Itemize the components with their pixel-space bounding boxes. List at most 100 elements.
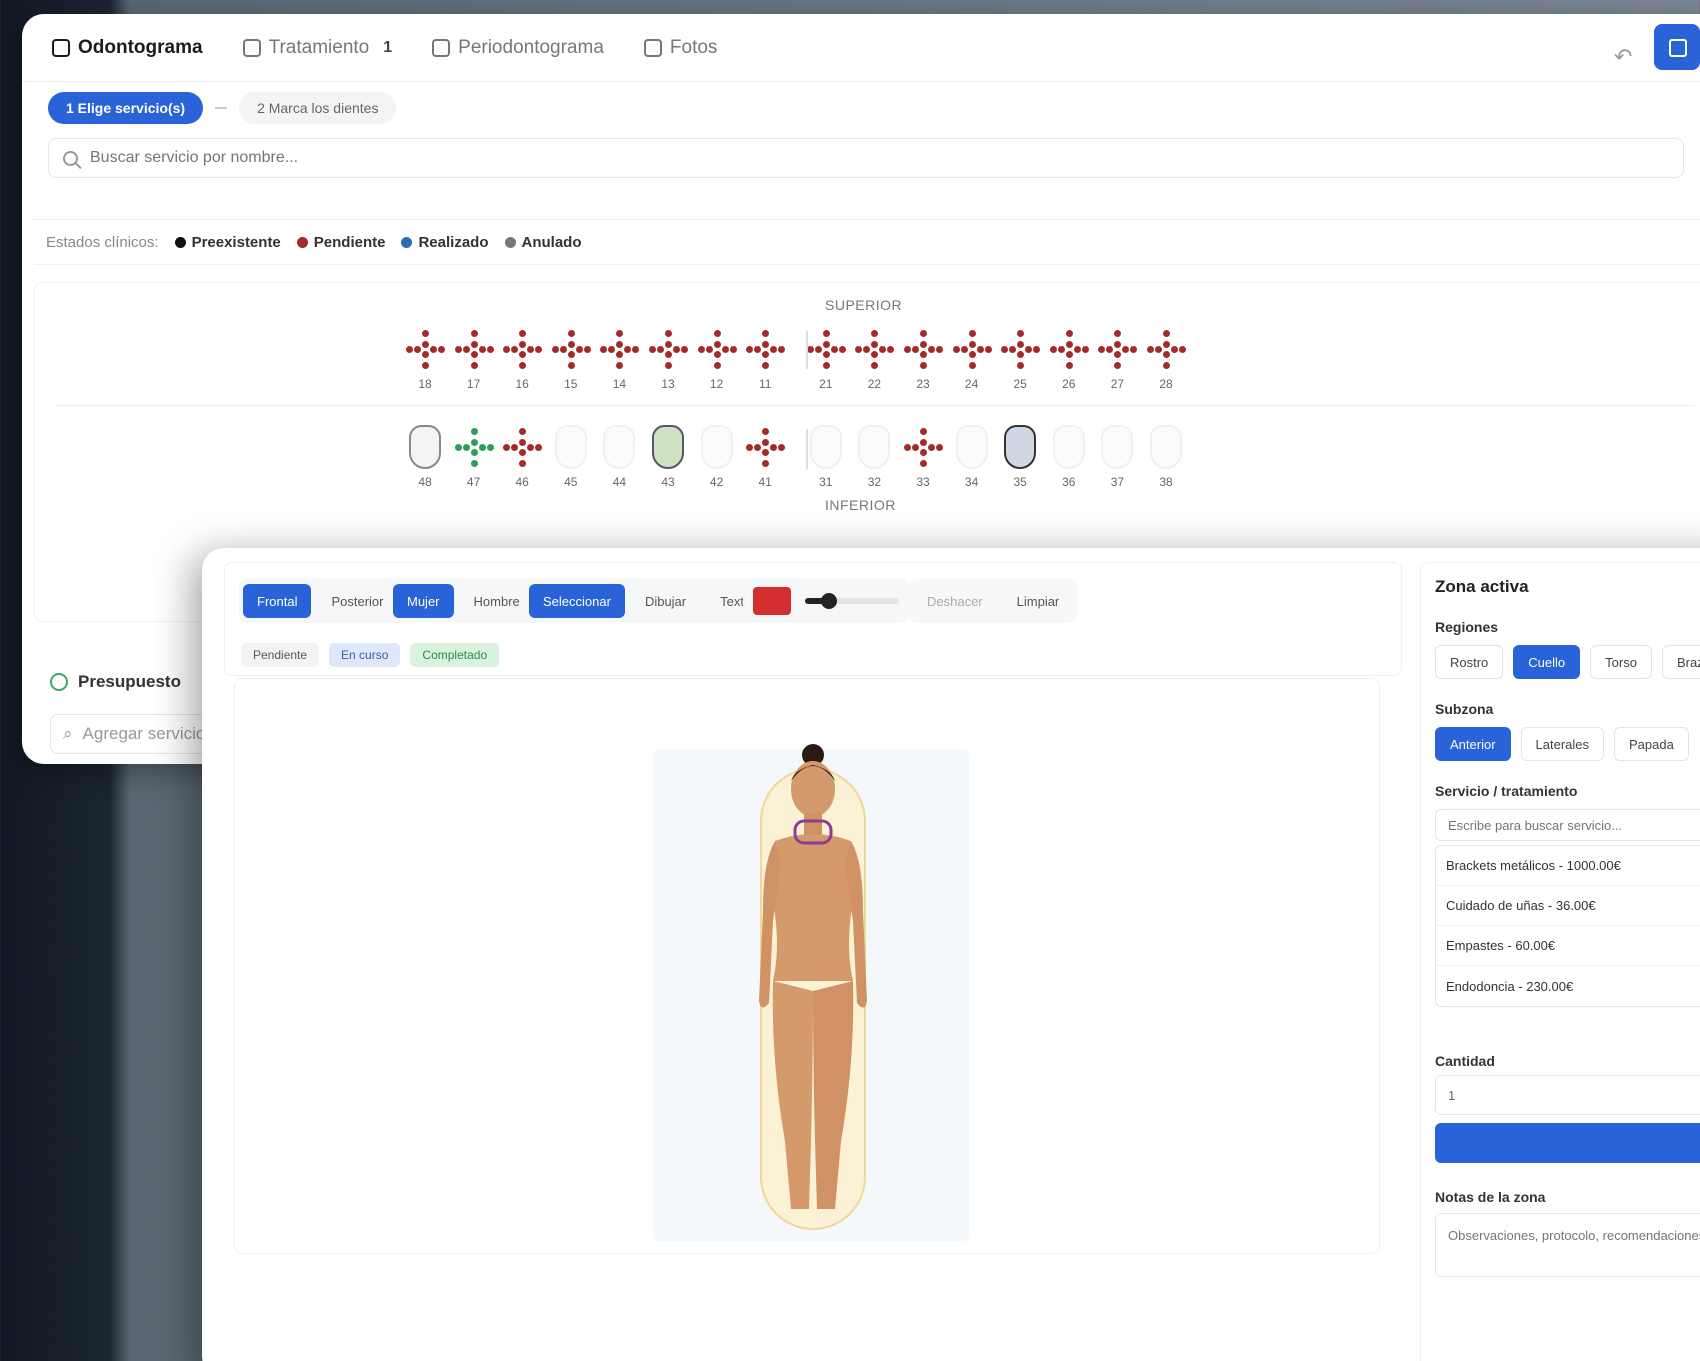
realized-marker	[470, 439, 478, 446]
pending-marker	[754, 444, 762, 451]
pending-marker	[519, 460, 527, 467]
neck	[804, 813, 822, 835]
hombre-button[interactable]: Hombre	[460, 584, 534, 618]
pending-marker	[470, 341, 478, 348]
pending-marker	[887, 346, 895, 353]
body-canvas[interactable]	[234, 678, 1380, 1254]
step-mark-teeth[interactable]: 2 Marca los dientes	[239, 92, 397, 124]
realized-marker	[470, 428, 478, 435]
lower-arch-label: INFERIOR	[825, 497, 896, 513]
list-item[interactable]: Cuidado de uñas - 36.00€	[1436, 886, 1700, 926]
brush-settings	[743, 579, 909, 623]
brush-size-slider[interactable]	[805, 593, 899, 609]
tooth-number: 41	[758, 475, 772, 489]
tooth-number: 13	[661, 377, 675, 391]
draw-tool-button[interactable]: Dibujar	[631, 584, 700, 618]
clear-button[interactable]: Limpiar	[1003, 584, 1074, 618]
region-cuello[interactable]: Cuello	[1513, 645, 1581, 679]
list-item[interactable]: Empastes - 60.00€	[1436, 926, 1700, 966]
step-separator	[215, 107, 228, 109]
subzone-laterales[interactable]: Laterales	[1520, 727, 1605, 761]
tooth-number: 14	[612, 377, 627, 391]
pending-marker	[1017, 330, 1025, 337]
legend-realizado: Realizado	[401, 234, 489, 251]
chip-en-curso[interactable]: En curso	[329, 643, 401, 667]
posterior-button[interactable]: Posterior	[317, 584, 397, 618]
pending-marker	[616, 341, 624, 348]
pending-marker	[822, 362, 830, 369]
pending-marker	[1025, 346, 1033, 353]
add-service-button[interactable]	[1435, 1123, 1700, 1163]
list-item[interactable]: Endodoncia - 230.00€	[1436, 966, 1700, 1006]
subzone-papada[interactable]: Papada	[1614, 727, 1689, 761]
pending-marker	[984, 346, 992, 353]
pending-marker	[1001, 346, 1009, 353]
pending-marker	[863, 346, 871, 353]
quantity-input[interactable]	[1435, 1075, 1700, 1115]
pending-marker	[871, 362, 879, 369]
pending-marker	[904, 444, 911, 451]
undo-icon[interactable]: ↶	[1614, 44, 1632, 70]
tooth-number: 35	[1013, 475, 1027, 489]
pending-marker	[968, 351, 976, 358]
service-title: Servicio / tratamiento	[1435, 783, 1578, 799]
pending-marker	[936, 444, 943, 451]
pending-marker	[1065, 341, 1073, 348]
save-button[interactable]	[1654, 24, 1700, 70]
list-item[interactable]: Brackets metálicos - 1000.00€	[1436, 846, 1700, 886]
mujer-button[interactable]: Mujer	[393, 584, 454, 618]
tab-label: Fotos	[669, 36, 718, 58]
pending-marker	[912, 346, 919, 353]
realized-marker	[470, 449, 478, 456]
tab-odontograma[interactable]: Odontograma	[32, 14, 223, 82]
realized-marker	[486, 444, 494, 451]
select-tool-button[interactable]: Seleccionar	[529, 584, 625, 618]
pending-marker	[871, 341, 879, 348]
budget-title: Presupuesto	[78, 672, 181, 691]
chip-completado[interactable]: Completado	[410, 643, 500, 667]
service-input[interactable]	[1435, 809, 1700, 841]
color-swatch[interactable]	[753, 587, 791, 615]
undo-button[interactable]: Deshacer	[913, 584, 997, 618]
tab-fotos[interactable]: Fotos	[624, 14, 738, 82]
pending-marker	[470, 351, 478, 358]
pending-marker	[713, 330, 721, 337]
region-brazos[interactable]: Brazos	[1661, 645, 1700, 679]
body-figure[interactable]	[713, 741, 913, 1241]
pending-marker	[920, 428, 927, 435]
tooth-number: 47	[466, 475, 481, 489]
pending-marker	[1106, 346, 1114, 353]
subzone-anterior[interactable]: Anterior	[1435, 727, 1511, 761]
gray-dot-icon	[504, 236, 516, 248]
step-choose-service[interactable]: 1 Elige servicio(s)	[48, 92, 204, 124]
regions-options: Rostro Cuello Torso Brazos	[1435, 645, 1700, 679]
pending-marker	[778, 346, 786, 353]
tab-periodontograma[interactable]: Periodontograma	[412, 14, 624, 82]
region-rostro[interactable]: Rostro	[1435, 645, 1504, 679]
notes-textarea[interactable]	[1435, 1213, 1700, 1277]
slider-knob[interactable]	[820, 593, 837, 609]
pending-marker	[567, 341, 575, 348]
frontal-button[interactable]: Frontal	[243, 584, 312, 618]
tab-tratamiento[interactable]: Tratamiento 1	[223, 14, 413, 82]
tooth-outline	[1052, 425, 1085, 469]
tab-label: Odontograma	[78, 36, 203, 58]
tooth-number: 31	[819, 475, 833, 489]
chip-pendiente[interactable]: Pendiente	[241, 643, 320, 667]
pending-marker	[1073, 346, 1081, 353]
service-search-input[interactable]	[90, 149, 1490, 167]
tooth-outline	[858, 425, 891, 469]
pending-marker	[511, 346, 519, 353]
pending-marker	[1163, 351, 1170, 358]
budget-search-placeholder: Agregar servicio	[82, 724, 206, 743]
pending-marker	[762, 341, 770, 348]
pending-marker	[778, 444, 786, 451]
service-search	[48, 138, 1684, 178]
pending-marker	[762, 439, 770, 446]
tooth-number: 26	[1062, 377, 1076, 391]
realized-marker	[470, 460, 478, 467]
region-torso[interactable]: Torso	[1590, 645, 1652, 679]
tab-label: Periodontograma	[458, 36, 604, 58]
pending-marker	[705, 346, 713, 353]
pending-marker	[519, 449, 527, 456]
